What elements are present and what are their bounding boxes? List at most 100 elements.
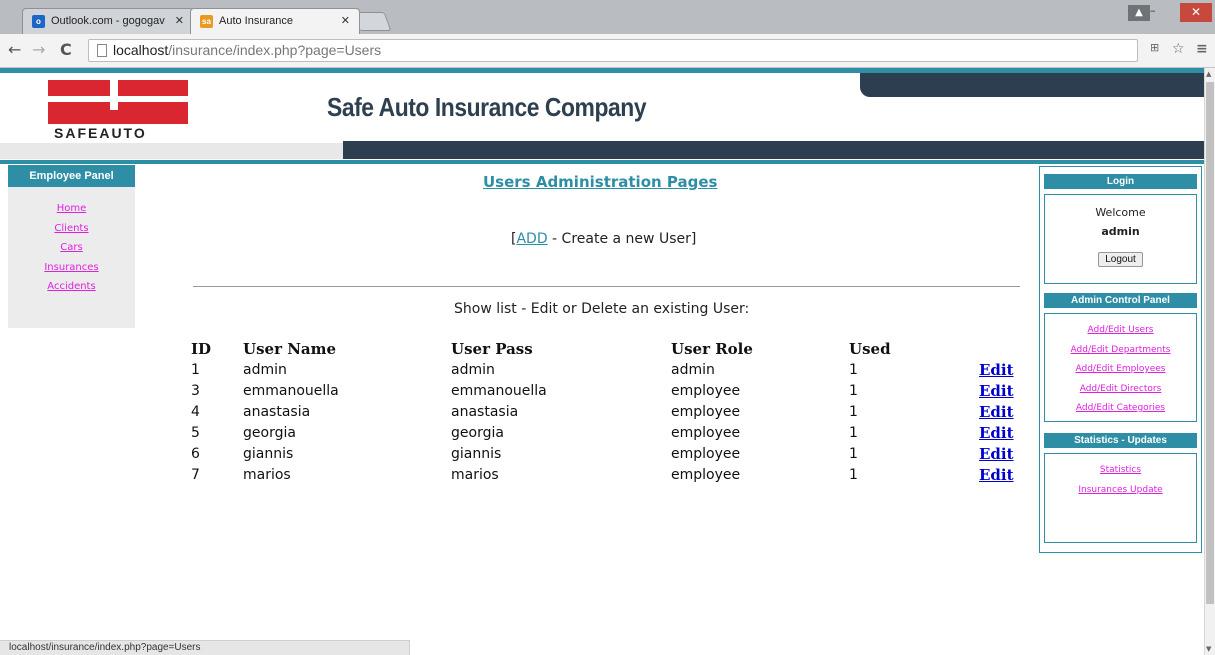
- add-user-line: [ADD - Create a new User]: [511, 231, 697, 247]
- close-icon[interactable]: ✕: [341, 14, 350, 27]
- user-used: 1: [849, 403, 858, 420]
- edit-user-link[interactable]: Edit: [979, 361, 1014, 379]
- welcome-text: Welcome: [1095, 206, 1146, 219]
- login-box: Welcome admin Logout: [1044, 194, 1197, 284]
- table-row: 6 giannis giannis employee 1 Edit: [191, 443, 1024, 464]
- browser-toolbar: ← → C localhost/insurance/index.php?page…: [0, 34, 1215, 68]
- link-add-edit-users[interactable]: Add/Edit Users: [1045, 321, 1196, 341]
- user-used: 1: [849, 361, 858, 378]
- link-add-edit-directors[interactable]: Add/Edit Directors: [1045, 380, 1196, 400]
- login-title: Login: [1044, 174, 1197, 189]
- address-bar[interactable]: localhost/insurance/index.php?page=Users: [88, 39, 1138, 62]
- user-name: marios: [243, 466, 291, 483]
- logo-mark: [48, 80, 188, 124]
- nav-link-home[interactable]: Home: [8, 199, 135, 219]
- close-icon[interactable]: ✕: [175, 14, 184, 27]
- vertical-scrollbar[interactable]: ▲ ▼: [1204, 68, 1215, 655]
- browser-tab-bar: o Outlook.com - gogogav ✕ sa Auto Insura…: [0, 0, 1215, 34]
- user-id: 6: [191, 445, 200, 462]
- edit-user-link[interactable]: Edit: [979, 445, 1014, 463]
- user-id: 3: [191, 382, 200, 399]
- list-caption: Show list - Edit or Delete an existing U…: [454, 301, 750, 317]
- scroll-up-arrow-icon[interactable]: ▲: [1206, 70, 1211, 78]
- users-table: ID User Name User Pass User Role Used 1 …: [191, 339, 1024, 485]
- admin-control-panel-title: Admin Control Panel: [1044, 293, 1197, 308]
- scroll-down-arrow-icon[interactable]: ▼: [1206, 645, 1211, 653]
- user-name: giannis: [243, 445, 294, 462]
- table-row: 1 admin admin admin 1 Edit: [191, 359, 1024, 380]
- scrollbar-thumb[interactable]: [1206, 82, 1214, 604]
- user-pass: georgia: [451, 424, 504, 441]
- table-header-row: ID User Name User Pass User Role Used: [191, 339, 1024, 359]
- forward-arrow-icon[interactable]: →: [32, 40, 45, 59]
- right-sidebar: Login Welcome admin Logout Admin Control…: [1039, 166, 1202, 553]
- user-id: 1: [191, 361, 200, 378]
- reload-icon[interactable]: C: [60, 40, 72, 59]
- tab-auto-insurance[interactable]: sa Auto Insurance ✕: [190, 8, 360, 34]
- close-window-button[interactable]: ✕: [1180, 3, 1212, 22]
- statistics-title: Statistics - Updates: [1044, 433, 1197, 448]
- url-path: /insurance/index.php?page=Users: [168, 42, 382, 58]
- outlook-icon: o: [32, 15, 45, 28]
- user-id: 5: [191, 424, 200, 441]
- admin-control-links: Add/Edit Users Add/Edit Departments Add/…: [1044, 313, 1197, 422]
- link-insurances-update[interactable]: Insurances Update: [1045, 481, 1196, 501]
- add-user-link[interactable]: ADD: [516, 231, 547, 247]
- edit-user-link[interactable]: Edit: [979, 382, 1014, 400]
- link-statistics[interactable]: Statistics: [1045, 461, 1196, 481]
- tab-outlook[interactable]: o Outlook.com - gogogav ✕: [22, 8, 194, 34]
- link-add-edit-categories[interactable]: Add/Edit Categories: [1045, 399, 1196, 419]
- page-content: SAFEAUTO Safe Auto Insurance Company Emp…: [0, 68, 1204, 655]
- edit-user-link[interactable]: Edit: [979, 466, 1014, 484]
- user-pass: anastasia: [451, 403, 519, 420]
- header-dark-tab: [860, 73, 1204, 97]
- user-used: 1: [849, 445, 858, 462]
- page-icon: [97, 44, 107, 57]
- logo-text: SAFEAUTO: [54, 125, 147, 141]
- edit-user-link[interactable]: Edit: [979, 424, 1014, 442]
- menu-icon[interactable]: ≡: [1196, 41, 1208, 57]
- user-pass: emmanouella: [451, 382, 547, 399]
- user-profile-icon[interactable]: ▲: [1128, 5, 1150, 21]
- back-arrow-icon[interactable]: ←: [8, 40, 21, 59]
- user-name: georgia: [243, 424, 296, 441]
- user-name: anastasia: [243, 403, 311, 420]
- table-row: 5 georgia georgia employee 1 Edit: [191, 422, 1024, 443]
- translate-icon[interactable]: ⊞: [1150, 41, 1159, 54]
- nav-link-accidents[interactable]: Accidents: [8, 277, 135, 297]
- link-add-edit-departments[interactable]: Add/Edit Departments: [1045, 341, 1196, 361]
- table-row: 4 anastasia anastasia employee 1 Edit: [191, 401, 1024, 422]
- nav-link-insurances[interactable]: Insurances: [8, 258, 135, 278]
- url-host: localhost: [113, 42, 169, 58]
- user-used: 1: [849, 424, 858, 441]
- link-add-edit-employees[interactable]: Add/Edit Employees: [1045, 360, 1196, 380]
- tab-title: Auto Insurance: [219, 15, 293, 27]
- employee-panel-title: Employee Panel: [8, 165, 135, 187]
- employee-nav: Home Clients Cars Insurances Accidents: [8, 187, 135, 297]
- employee-panel: Employee Panel Home Clients Cars Insuran…: [8, 165, 135, 328]
- table-row: 3 emmanouella emmanouella employee 1 Edi…: [191, 380, 1024, 401]
- logged-in-username: admin: [1101, 225, 1140, 238]
- user-pass: giannis: [451, 445, 502, 462]
- safeauto-logo[interactable]: SAFEAUTO: [48, 80, 188, 141]
- user-role: employee: [671, 403, 741, 420]
- user-role: employee: [671, 424, 741, 441]
- user-name: admin: [243, 361, 287, 378]
- header-grey-strip: [0, 143, 345, 159]
- edit-user-link[interactable]: Edit: [979, 403, 1014, 421]
- header-teal-line: [0, 160, 1204, 164]
- logout-button[interactable]: Logout: [1098, 252, 1143, 267]
- bookmark-star-icon[interactable]: ☆: [1172, 41, 1185, 57]
- header-dark-strip: [343, 141, 1204, 159]
- column-header-userpass: User Pass: [451, 340, 533, 358]
- column-header-username: User Name: [243, 340, 337, 358]
- user-name: emmanouella: [243, 382, 339, 399]
- column-header-used: Used: [849, 340, 891, 358]
- nav-link-cars[interactable]: Cars: [8, 238, 135, 258]
- nav-link-clients[interactable]: Clients: [8, 219, 135, 239]
- site-title: Safe Auto Insurance Company: [327, 92, 647, 122]
- user-pass: admin: [451, 361, 495, 378]
- minimize-button[interactable]: –: [1150, 4, 1156, 17]
- user-role: employee: [671, 466, 741, 483]
- page-title[interactable]: Users Administration Pages: [483, 173, 717, 191]
